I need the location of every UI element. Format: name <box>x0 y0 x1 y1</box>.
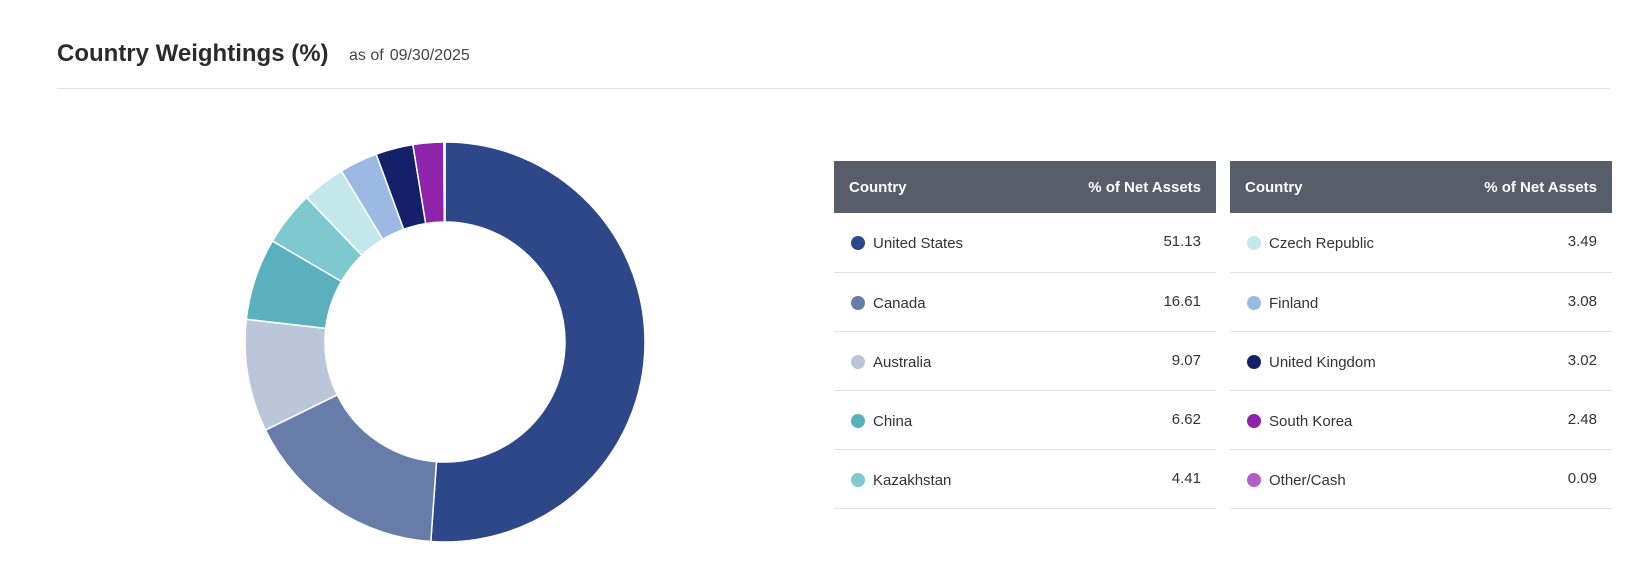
country-name: United States <box>873 235 964 252</box>
country-cell: Canada <box>834 272 1016 332</box>
as-of-text: as of <box>349 47 384 64</box>
legend-dot-icon <box>1247 472 1261 487</box>
country-cell: Other/Cash <box>1230 449 1423 509</box>
country-cell: Finland <box>1230 272 1423 332</box>
net-assets-value: 51.13 <box>1015 213 1216 273</box>
country-name: South Korea <box>1269 412 1353 430</box>
legend-dot-icon <box>851 354 865 369</box>
net-assets-value: 2.48 <box>1422 390 1612 450</box>
table-header-row: Country % of Net Assets <box>834 161 1216 213</box>
country-name: Finland <box>1269 294 1319 312</box>
country-name: Australia <box>873 353 932 371</box>
column-header-net-assets: % of Net Assets <box>1015 161 1216 213</box>
country-cell: China <box>834 390 1016 450</box>
legend-dot-icon <box>851 413 865 428</box>
net-assets-value: 3.02 <box>1422 331 1612 391</box>
legend-dot-icon <box>1247 354 1261 369</box>
table-row: United States 51.13 <box>834 213 1216 273</box>
table-row: China 6.62 <box>834 390 1216 450</box>
country-cell: United States <box>834 213 1016 273</box>
legend-dot-icon <box>1247 236 1261 250</box>
table-row: Canada 16.61 <box>834 272 1216 332</box>
country-donut-chart <box>244 141 646 543</box>
section-header: Country Weightings (%) as of 09/30/2025 <box>57 40 1610 89</box>
country-cell: Australia <box>834 331 1016 391</box>
table-row: Czech Republic 3.49 <box>1230 213 1612 273</box>
table-header-row: Country % of Net Assets <box>1230 161 1612 213</box>
country-cell: South Korea <box>1230 390 1423 450</box>
column-header-net-assets: % of Net Assets <box>1422 161 1612 213</box>
country-name: United Kingdom <box>1269 353 1376 371</box>
column-header-country: Country <box>834 161 1016 213</box>
net-assets-value: 6.62 <box>1015 390 1216 450</box>
legend-dot-icon <box>1247 295 1261 310</box>
net-assets-value: 9.07 <box>1015 331 1216 391</box>
net-assets-value: 3.49 <box>1422 213 1612 273</box>
legend-dot-icon <box>851 295 865 310</box>
legend-dot-icon <box>851 236 865 250</box>
country-name: China <box>873 412 913 430</box>
table-row: Australia 9.07 <box>834 331 1216 391</box>
section-title: Country Weightings (%) <box>57 40 329 67</box>
country-table-left: Country % of Net Assets United States 51.… <box>834 161 1216 509</box>
net-assets-value: 16.61 <box>1015 272 1216 332</box>
table-row: Other/Cash 0.09 <box>1230 449 1612 509</box>
table-row: Kazakhstan 4.41 <box>834 449 1216 509</box>
country-name: Canada <box>873 294 926 312</box>
country-name: Czech Republic <box>1269 235 1375 252</box>
as-of-date: 09/30/2025 <box>389 47 470 64</box>
table-row: Finland 3.08 <box>1230 272 1612 332</box>
country-table-right: Country % of Net Assets Czech Republic 3.… <box>1230 161 1612 509</box>
column-header-country: Country <box>1230 161 1423 213</box>
table-row: South Korea 2.48 <box>1230 390 1612 450</box>
country-name: Kazakhstan <box>873 471 952 489</box>
table-row: United Kingdom 3.02 <box>1230 331 1612 391</box>
donut-slice-other-cash[interactable] <box>443 141 446 223</box>
net-assets-value: 4.41 <box>1015 449 1216 509</box>
net-assets-value: 3.08 <box>1422 272 1612 332</box>
legend-dot-icon <box>851 472 865 487</box>
net-assets-value: 0.09 <box>1422 449 1612 509</box>
country-cell: Czech Republic <box>1230 213 1423 273</box>
country-name: Other/Cash <box>1269 471 1346 489</box>
country-cell: United Kingdom <box>1230 331 1423 391</box>
donut-slice-united-states[interactable] <box>430 141 646 543</box>
legend-dot-icon <box>1247 413 1261 428</box>
country-cell: Kazakhstan <box>834 449 1016 509</box>
as-of-label: as of 09/30/2025 <box>349 47 470 65</box>
